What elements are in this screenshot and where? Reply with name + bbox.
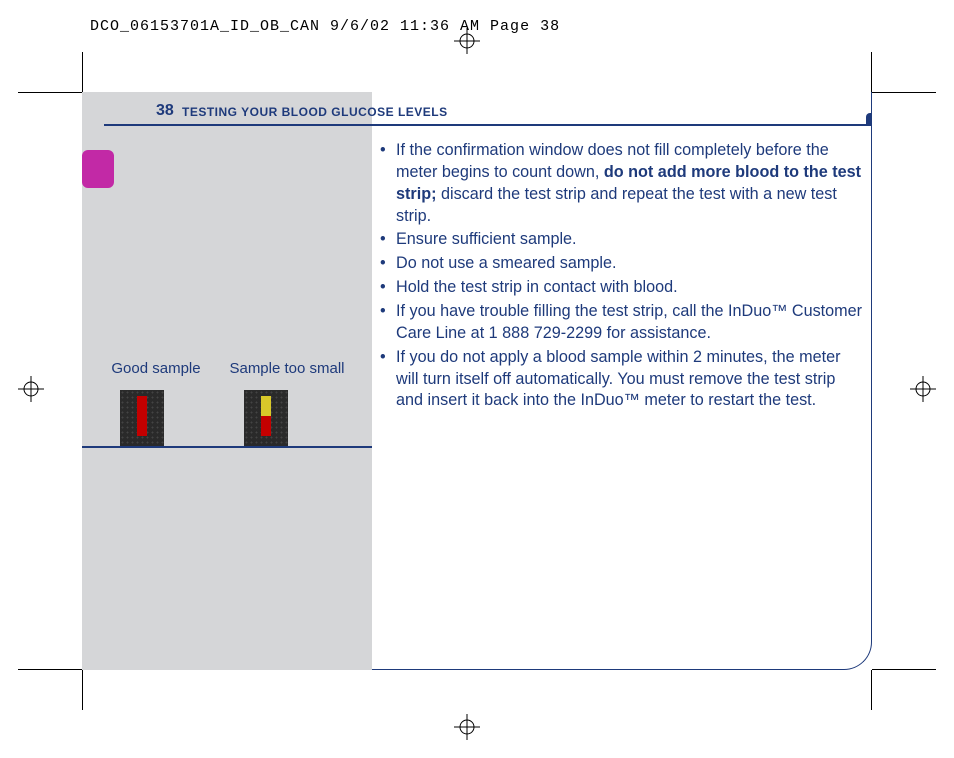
registration-mark-icon: [910, 376, 936, 402]
illustration-baseline: [82, 446, 372, 448]
bullet-text: Do not use a smeared sample.: [396, 254, 616, 272]
registration-mark-icon: [454, 714, 480, 740]
crop-mark-icon: [82, 670, 83, 710]
bullet-text: Ensure sufficient sample.: [396, 230, 577, 248]
bullet-item: If you have trouble filling the test str…: [380, 301, 864, 345]
bullet-text: If you do not apply a blood sample withi…: [396, 348, 841, 410]
print-slug: DCO_06153701A_ID_OB_CAN 9/6/02 11:36 AM …: [90, 18, 560, 35]
bullet-text: discard the test strip and repeat the te…: [396, 185, 837, 225]
good-sample-label: Good sample: [106, 360, 206, 377]
bullet-text: If you have trouble filling the test str…: [396, 302, 862, 342]
crop-mark-icon: [871, 52, 872, 92]
crop-mark-icon: [871, 670, 872, 710]
test-strip-too-small-icon: [244, 390, 288, 446]
bullet-item: Do not use a smeared sample.: [380, 253, 864, 275]
crop-mark-icon: [872, 92, 936, 93]
registration-mark-icon: [454, 28, 480, 54]
bullet-item: Hold the test strip in contact with bloo…: [380, 277, 864, 299]
registration-mark-icon: [18, 376, 44, 402]
crop-mark-icon: [18, 669, 82, 670]
test-strip-illustrations: [120, 390, 288, 446]
page-number: 38: [156, 102, 174, 120]
crop-mark-icon: [82, 52, 83, 92]
bullet-item: If you do not apply a blood sample withi…: [380, 347, 864, 413]
bullet-item: If the confirmation window does not fill…: [380, 140, 864, 227]
section-title: TESTING YOUR BLOOD GLUCOSE LEVELS: [182, 105, 448, 119]
sample-too-small-label: Sample too small: [222, 360, 352, 377]
sample-labels-row: Good sample Sample too small: [106, 360, 366, 377]
bullet-text: Hold the test strip in contact with bloo…: [396, 278, 678, 296]
section-tab-icon: [82, 150, 114, 188]
page-left-panel: [82, 92, 372, 670]
body-text: If the confirmation window does not fill…: [380, 140, 864, 414]
header-corner-icon: [866, 113, 872, 126]
crop-mark-icon: [872, 669, 936, 670]
manual-page: 38 TESTING YOUR BLOOD GLUCOSE LEVELS Goo…: [82, 92, 872, 670]
crop-mark-icon: [18, 92, 82, 93]
bullet-item: Ensure sufficient sample.: [380, 229, 864, 251]
test-strip-good-icon: [120, 390, 164, 446]
